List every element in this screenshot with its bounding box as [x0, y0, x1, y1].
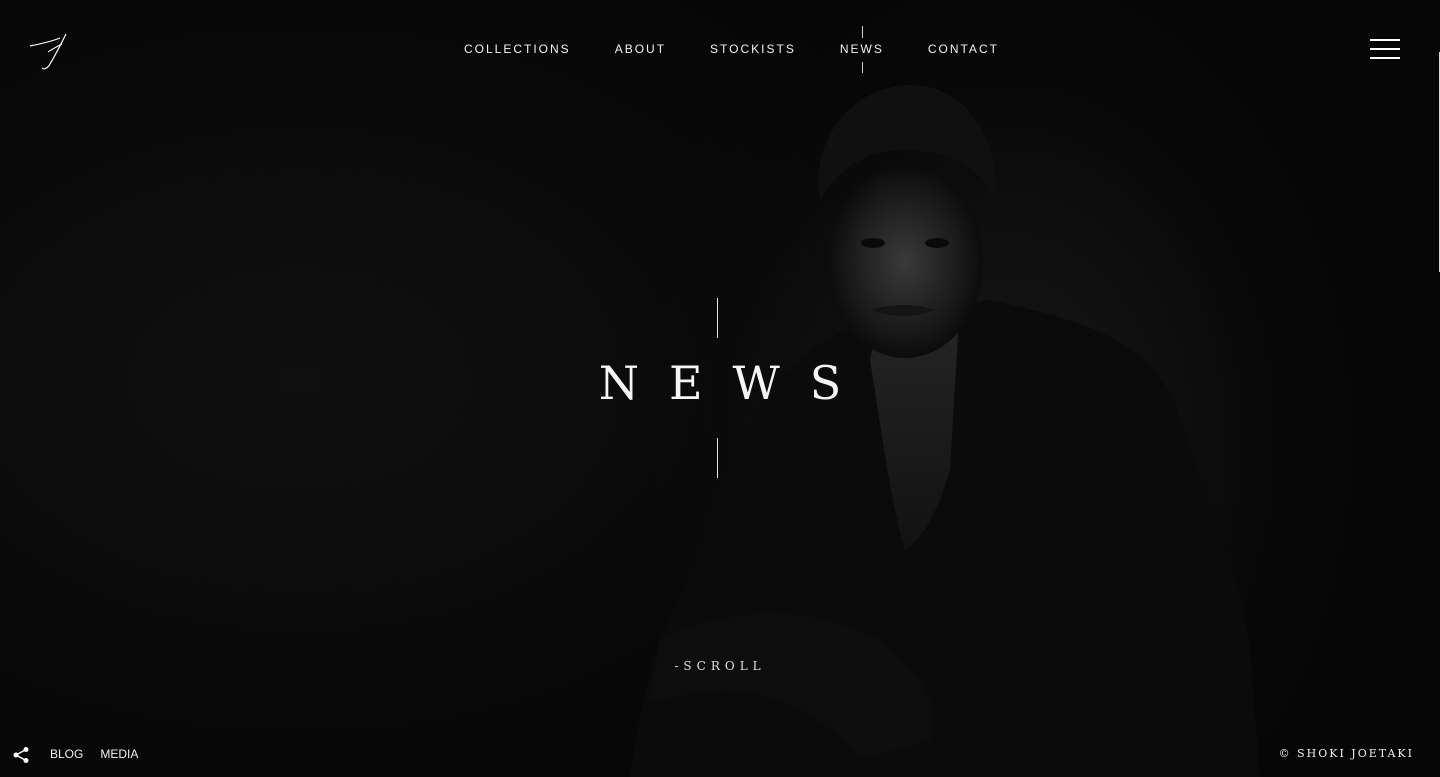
footer-links: BLOG MEDIA	[50, 747, 138, 761]
nav-item-contact[interactable]: CONTACT	[906, 41, 1021, 57]
nav-item-about[interactable]: ABOUT	[593, 41, 688, 57]
share-icon[interactable]	[12, 746, 30, 764]
hamburger-icon-bar	[1370, 48, 1400, 50]
nav-item-stockists[interactable]: STOCKISTS	[688, 41, 818, 57]
footer-link-blog[interactable]: BLOG	[50, 747, 83, 761]
signature-logo-icon[interactable]	[28, 30, 72, 72]
heading-divider-top	[717, 298, 718, 338]
main-nav: COLLECTIONS ABOUT STOCKISTS NEWS CONTACT	[442, 26, 1021, 73]
footer-link-media[interactable]: MEDIA	[100, 747, 138, 761]
hamburger-icon-bar	[1370, 57, 1400, 59]
page: COLLECTIONS ABOUT STOCKISTS NEWS CONTACT…	[0, 0, 1440, 777]
hamburger-menu-button[interactable]	[1370, 39, 1400, 61]
hamburger-icon-bar	[1370, 39, 1400, 41]
nav-item-collections[interactable]: COLLECTIONS	[442, 41, 593, 57]
nav-item-news[interactable]: NEWS	[818, 26, 906, 73]
scroll-indicator-edge	[1436, 52, 1440, 272]
scroll-prompt[interactable]: -SCROLL	[0, 659, 1440, 673]
heading-divider-bottom	[717, 438, 718, 478]
copyright-text: © SHOKI JOETAKI	[1278, 747, 1414, 760]
page-title: NEWS	[598, 356, 872, 410]
